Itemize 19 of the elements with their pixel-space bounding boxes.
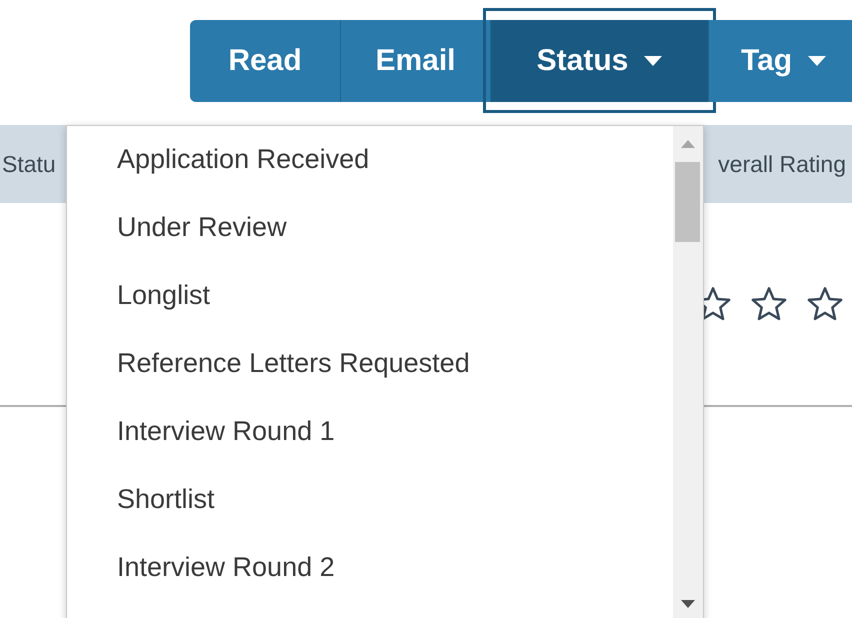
star-icon[interactable] <box>806 286 844 322</box>
toolbar-button[interactable]: Read <box>190 20 340 102</box>
toolbar-button[interactable]: Tag <box>708 20 852 102</box>
scroll-down-icon[interactable] <box>681 600 695 608</box>
menu-item[interactable]: Interview Round 1 <box>67 414 673 482</box>
caret-icon <box>644 56 662 66</box>
scrollbar-thumb[interactable] <box>675 162 700 242</box>
scrollbar[interactable] <box>673 126 703 618</box>
star-icon[interactable] <box>750 286 788 322</box>
menu-item[interactable]: Reference Letters Requested <box>67 346 673 414</box>
menu-item[interactable]: Longlist <box>67 278 673 346</box>
column-header: verall Rating <box>718 150 846 178</box>
menu-item[interactable]: Interview Round 2 <box>67 550 673 618</box>
menu-item[interactable]: Shortlist <box>67 482 673 550</box>
toolbar-button[interactable]: Email <box>340 20 490 102</box>
caret-icon <box>808 56 826 66</box>
menu-item[interactable]: Under Review <box>67 210 673 278</box>
column-header: Statu <box>2 150 56 178</box>
menu-item[interactable]: Application Received <box>67 142 673 210</box>
